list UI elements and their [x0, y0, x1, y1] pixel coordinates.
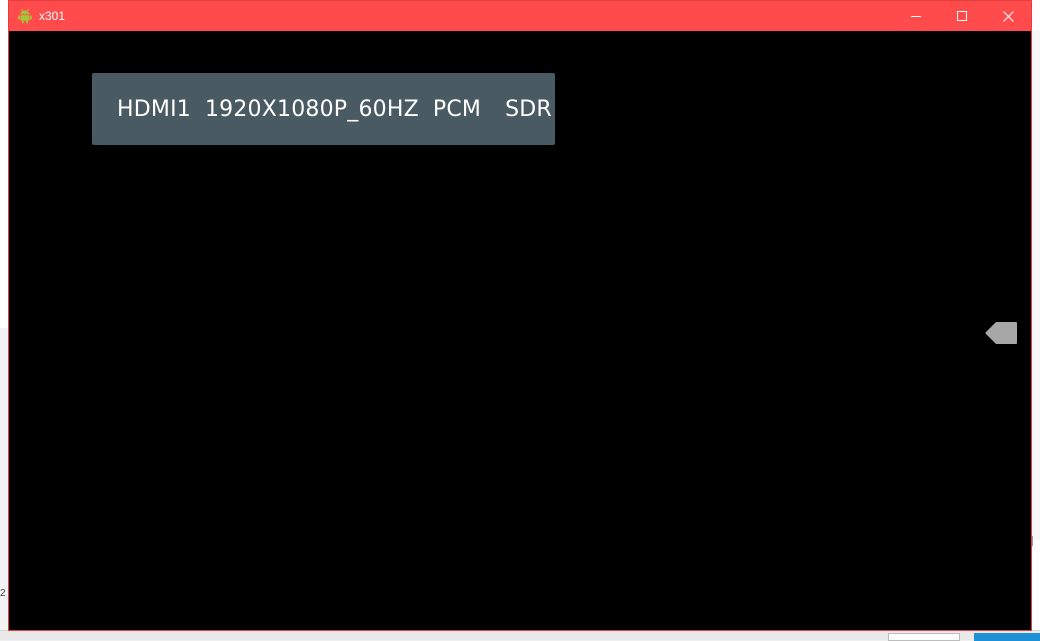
minimize-icon: [911, 16, 921, 17]
android-icon: [17, 8, 33, 24]
signal-info-banner: HDMI1 1920X1080P_60HZ PCM SDR: [92, 73, 555, 145]
maximize-icon: [957, 11, 967, 21]
close-button[interactable]: [985, 1, 1031, 31]
resolution-label: 1920X1080P_60HZ: [204, 96, 419, 122]
minimize-button[interactable]: [893, 1, 939, 31]
title-bar[interactable]: x301: [9, 1, 1031, 31]
background-primary-button: [974, 633, 1040, 641]
dynamic-range-label: SDR: [505, 96, 552, 122]
maximize-button[interactable]: [939, 1, 985, 31]
background-window-edge-line: [1032, 536, 1040, 546]
window-title: x301: [39, 9, 66, 23]
audio-format-label: PCM: [432, 96, 482, 122]
close-icon: [1002, 10, 1014, 22]
background-button: [888, 633, 960, 641]
window-controls: [893, 1, 1031, 31]
side-panel-toggle[interactable]: [984, 320, 1018, 346]
background-window-edge: [1032, 30, 1040, 540]
input-source-label: HDMI1: [117, 96, 191, 122]
app-window: x301 HDMI1 1920X1080P_60HZ PCM SDR: [8, 0, 1032, 631]
side-tab-arrow-icon: [985, 322, 1017, 344]
background-left-text: 2: [0, 588, 6, 599]
video-viewport[interactable]: HDMI1 1920X1080P_60HZ PCM SDR: [9, 31, 1031, 630]
